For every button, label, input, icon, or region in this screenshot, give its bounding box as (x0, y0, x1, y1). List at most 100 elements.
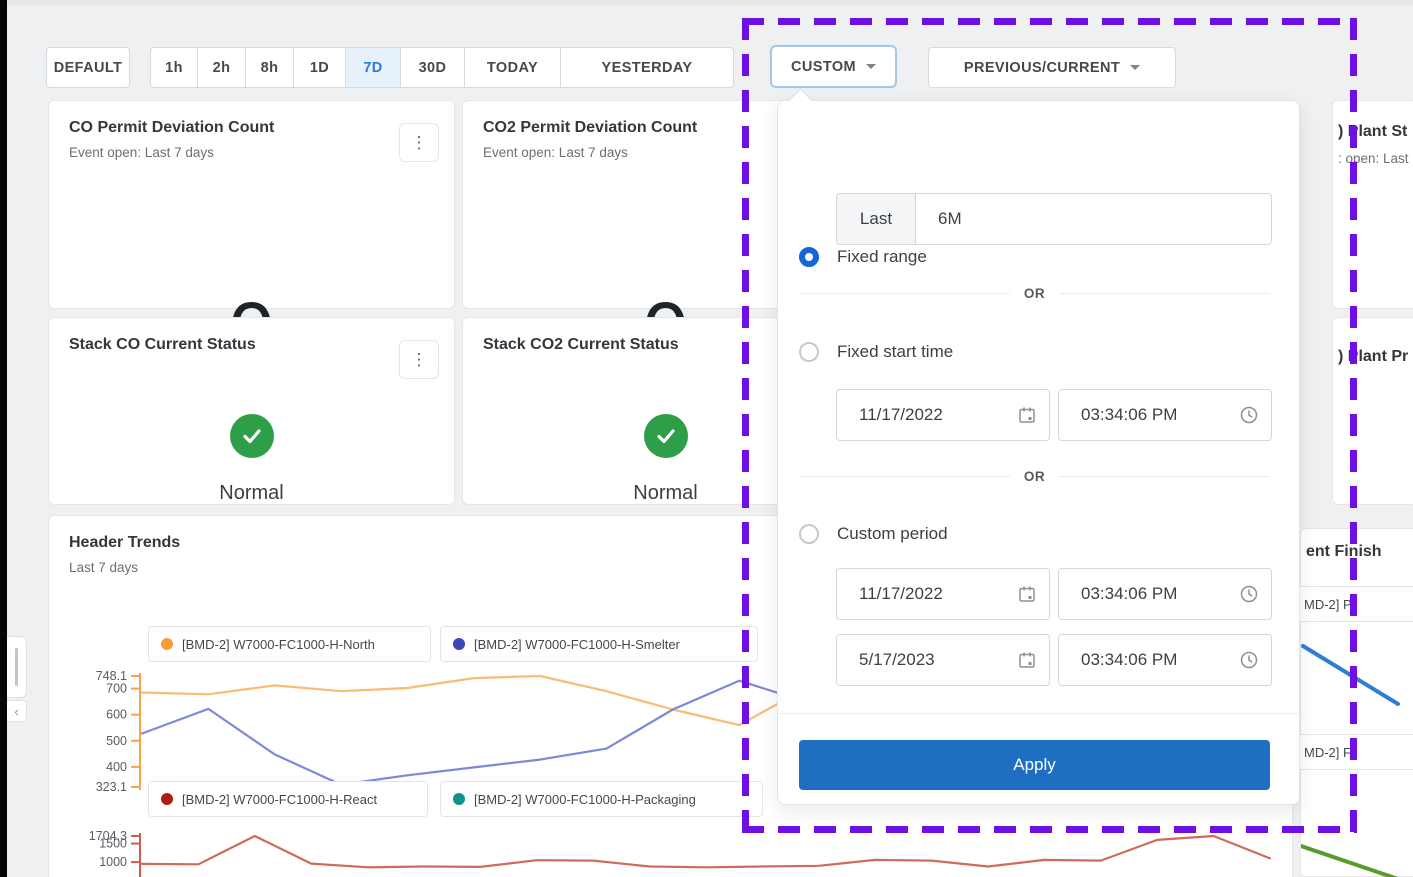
apply-button[interactable]: Apply (799, 740, 1270, 790)
partial-plant-status-card: ) Plant St : open: Last (1332, 100, 1413, 309)
annotation-rect-bottom (742, 826, 1357, 833)
fixed-start-option: Fixed start time (799, 342, 953, 362)
panel-resize-handle[interactable] (7, 636, 27, 698)
or-divider: OR (799, 469, 1270, 484)
date-value: 5/17/2023 (837, 650, 1017, 670)
custom-end-time-input[interactable]: 03:34:06 PM (1058, 634, 1272, 686)
legend-chip-north[interactable]: [BMD-2] W7000-FC1000-H-North (148, 626, 431, 662)
range-1d[interactable]: 1D (294, 48, 346, 87)
clock-icon[interactable] (1239, 584, 1259, 604)
svg-text:1000: 1000 (99, 855, 127, 869)
card-subtitle: Event open: Last 7 days (483, 145, 628, 160)
kebab-menu-icon[interactable]: ⋮ (399, 123, 439, 162)
custom-start-time-input[interactable]: 03:34:06 PM (1058, 568, 1272, 620)
card-subtitle: Event open: Last 7 days (69, 145, 214, 160)
legend-label: [BMD-2] W7000-FC1000-H-Packaging (474, 792, 696, 807)
fixed-start-label: Fixed start time (837, 342, 953, 362)
fixed-range-input[interactable]: Last 6M (836, 193, 1272, 245)
card-title-fragment: ) Plant Pr (1338, 348, 1408, 366)
card-subtitle: Last 7 days (69, 560, 138, 575)
custom-range-dropdown-button[interactable]: CUSTOM (770, 45, 897, 88)
custom-range-label: CUSTOM (791, 59, 856, 75)
date-value: 11/17/2022 (837, 405, 1017, 425)
range-7d[interactable]: 7D (346, 48, 401, 87)
clock-icon[interactable] (1239, 650, 1259, 670)
time-range-segmented-control: 1h 2h 8h 1D 7D 30D TODAY YESTERDAY (150, 47, 734, 88)
fixed-start-date-input[interactable]: 11/17/2022 (836, 389, 1050, 441)
legend-dot (161, 638, 173, 650)
custom-start-date-input[interactable]: 11/17/2022 (836, 568, 1050, 620)
legend-dot (161, 793, 173, 805)
popover-caret (788, 88, 812, 112)
handle-grip (15, 648, 18, 686)
collapse-arrow-button[interactable]: ‹ (7, 700, 27, 722)
status-ok-icon (230, 414, 274, 458)
legend-chip-packaging[interactable]: [BMD-2] W7000-FC1000-H-Packaging (440, 781, 763, 817)
svg-text:600: 600 (106, 708, 127, 722)
status-text: Normal (633, 482, 697, 505)
fixed-range-label: Fixed range (837, 247, 927, 267)
card-title-fragment: ent Finish (1306, 543, 1382, 561)
clock-icon[interactable] (1239, 405, 1259, 425)
chevron-down-icon (866, 64, 876, 69)
header-trends-bottom-chart: 1704.315001000 (60, 828, 1290, 877)
mini-trend-green (1301, 829, 1413, 877)
svg-text:400: 400 (106, 760, 127, 774)
annotation-rect-right (1350, 18, 1357, 833)
calendar-icon[interactable] (1017, 405, 1037, 425)
custom-period-label: Custom period (837, 524, 948, 544)
kebab-menu-icon[interactable]: ⋮ (399, 340, 439, 379)
legend-chip-smelter[interactable]: [BMD-2] W7000-FC1000-H-Smelter (440, 626, 758, 662)
time-value: 03:34:06 PM (1059, 584, 1239, 604)
annotation-rect-top (742, 18, 1357, 25)
range-2h[interactable]: 2h (198, 48, 246, 87)
svg-text:1500: 1500 (99, 837, 127, 851)
co-deviation-card: CO Permit Deviation Count Event open: La… (48, 100, 455, 309)
card-title: Stack CO2 Current Status (483, 336, 679, 354)
card-subtitle-fragment: : open: Last (1338, 151, 1409, 166)
range-1h[interactable]: 1h (151, 48, 198, 87)
card-title: CO Permit Deviation Count (69, 119, 274, 137)
or-divider: OR (799, 286, 1270, 301)
custom-end-date-input[interactable]: 5/17/2023 (836, 634, 1050, 686)
calendar-icon[interactable] (1017, 584, 1037, 604)
fixed-range-value: 6M (916, 209, 1271, 229)
stack-co-status-card: Stack CO Current Status ⋮ Normal (48, 317, 455, 505)
mini-trend-blue (1301, 634, 1413, 724)
time-value: 03:34:06 PM (1059, 405, 1239, 425)
dashboard-screen: DEFAULT 1h 2h 8h 1D 7D 30D TODAY YESTERD… (0, 0, 1413, 877)
legend-label: [BMD-2] W7000-FC1000-H-React (182, 792, 377, 807)
fixed-range-option: Fixed range (799, 247, 927, 267)
range-30d[interactable]: 30D (401, 48, 465, 87)
legend-dot (453, 793, 465, 805)
chevron-down-icon (1130, 65, 1140, 70)
legend-label: [BMD-2] W7000-FC1000-H-Smelter (474, 637, 680, 652)
radio-selected[interactable] (799, 247, 819, 267)
fixed-start-time-input[interactable]: 03:34:06 PM (1058, 389, 1272, 441)
radio-unselected[interactable] (799, 342, 819, 362)
legend-label-fragment: MD-2] Pr (1304, 597, 1356, 612)
popover-footer-divider (778, 713, 1299, 714)
or-label: OR (1024, 286, 1045, 301)
annotation-rect-left (742, 18, 749, 833)
range-8h[interactable]: 8h (246, 48, 294, 87)
or-label: OR (1024, 469, 1045, 484)
range-today[interactable]: TODAY (465, 48, 561, 87)
default-range-button[interactable]: DEFAULT (46, 47, 130, 88)
card-title: Header Trends (69, 534, 180, 552)
card-title: Stack CO Current Status (69, 336, 256, 354)
card-title-fragment: ) Plant St (1338, 123, 1407, 141)
previous-current-dropdown-button[interactable]: PREVIOUS/CURRENT (928, 47, 1176, 88)
calendar-icon[interactable] (1017, 650, 1037, 670)
status-ok-icon (644, 414, 688, 458)
card-title: CO2 Permit Deviation Count (483, 119, 697, 137)
radio-unselected[interactable] (799, 524, 819, 544)
legend-label-fragment: MD-2] Fi (1304, 745, 1354, 760)
previous-current-label: PREVIOUS/CURRENT (964, 60, 1120, 76)
custom-range-popover: Fixed range Last 6M OR Fixed start time … (777, 100, 1300, 805)
status-text: Normal (219, 482, 283, 505)
legend-chip-react[interactable]: [BMD-2] W7000-FC1000-H-React (148, 781, 428, 817)
range-yesterday[interactable]: YESTERDAY (561, 48, 733, 87)
date-value: 11/17/2022 (837, 584, 1017, 604)
legend-label: [BMD-2] W7000-FC1000-H-North (182, 637, 375, 652)
